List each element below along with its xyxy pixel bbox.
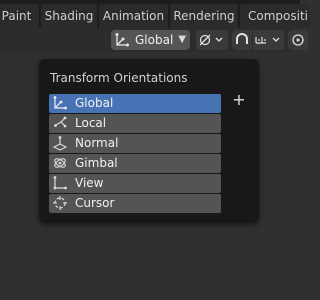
orientation-item-cursor[interactable]: Cursor <box>49 194 221 213</box>
pivot-point-icon <box>199 34 223 46</box>
view-axis-icon <box>53 176 67 190</box>
local-axis-icon <box>54 116 67 128</box>
proportional-edit-icon <box>292 34 304 46</box>
transform-orientations-popup: Transform Orientations + Global Local No… <box>39 59 259 223</box>
orientation-item-view[interactable]: View <box>49 174 221 193</box>
pivot-point-dropdown[interactable] <box>196 30 228 50</box>
snap-increment-icon[interactable] <box>253 30 285 50</box>
transform-orientation-dropdown[interactable]: Global ▼ <box>111 30 190 50</box>
popup-title: Transform Orientations <box>50 71 188 85</box>
orientation-label: View <box>75 176 104 190</box>
add-orientation-button[interactable]: + <box>231 92 247 108</box>
orientation-label: Normal <box>75 136 119 150</box>
orientation-item-normal[interactable]: Normal <box>49 134 221 153</box>
workspace-tab-bar: Paint Shading Animation Rendering Compos… <box>0 0 310 28</box>
orientation-item-gimbal[interactable]: Gimbal <box>49 154 221 173</box>
orientation-item-global[interactable]: Global <box>49 94 221 113</box>
gimbal-icon <box>54 158 66 168</box>
tab-shading[interactable]: Shading <box>41 4 97 28</box>
snap-magnet-icon[interactable] <box>232 30 252 50</box>
orientation-label: Cursor <box>75 196 115 210</box>
chevron-down-icon: ▼ <box>178 34 186 45</box>
orientation-label: Global <box>75 96 114 110</box>
tab-paint[interactable]: Paint <box>0 4 39 28</box>
tab-rendering[interactable]: Rendering <box>170 4 238 28</box>
orientation-list: Global Local Normal Gimbal View Cursor <box>49 94 221 214</box>
global-axis-icon <box>115 33 129 47</box>
tab-animation[interactable]: Animation <box>99 4 168 28</box>
global-axis-icon <box>53 96 67 110</box>
normal-icon <box>52 136 68 151</box>
orientation-label: Local <box>75 116 107 130</box>
orientation-value: Global <box>135 33 174 47</box>
tab-compositing[interactable]: Compositi <box>240 4 310 28</box>
orientation-item-local[interactable]: Local <box>49 114 221 133</box>
proportional-edit-button[interactable] <box>288 30 308 50</box>
cursor-icon <box>53 196 67 210</box>
snapping-group[interactable] <box>232 30 284 50</box>
orientation-label: Gimbal <box>75 156 118 170</box>
